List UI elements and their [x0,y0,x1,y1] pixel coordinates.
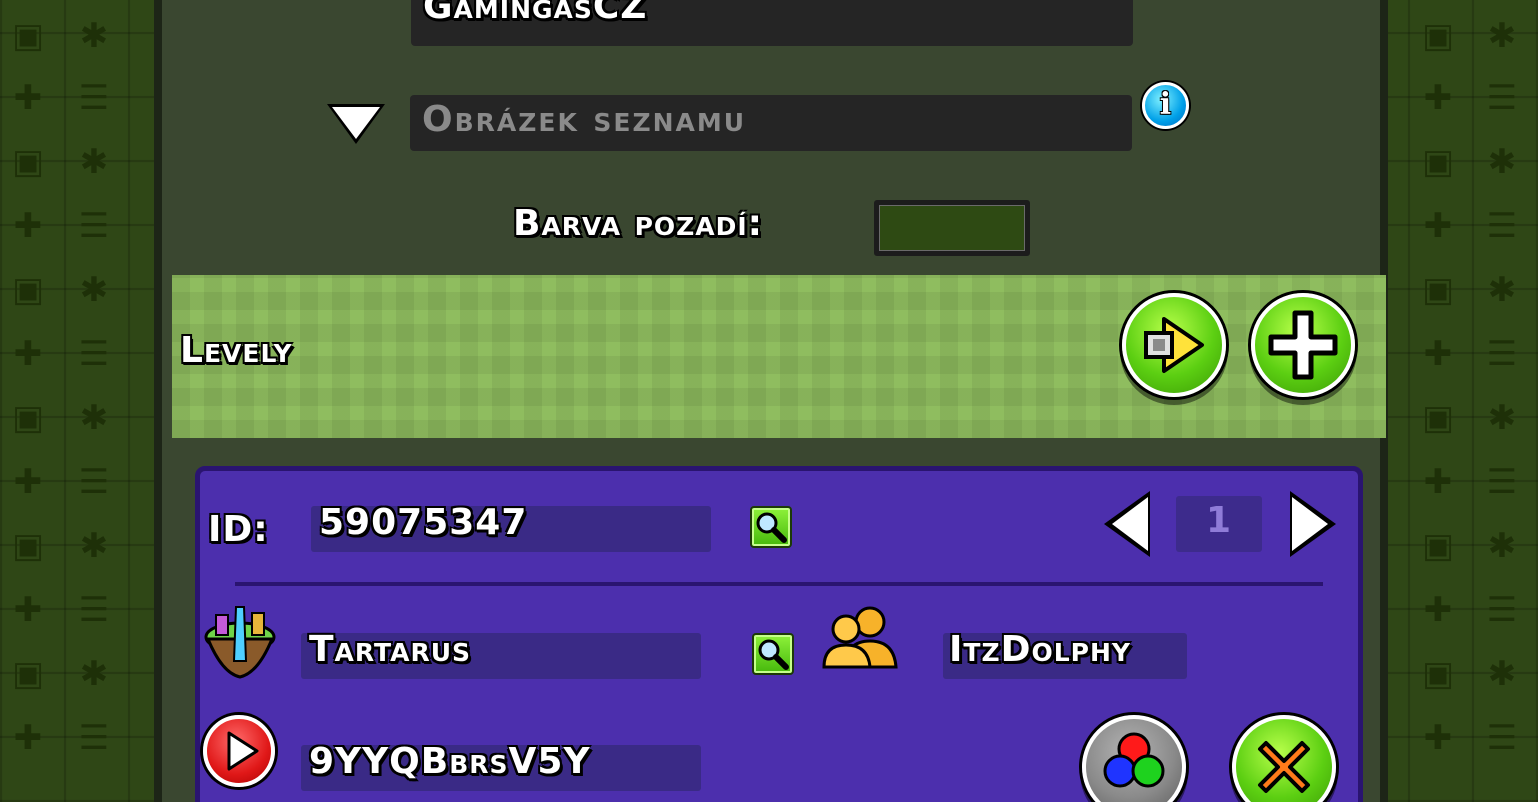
list-image-placeholder: Obrázek seznamu [422,99,747,140]
magnifier-icon [758,639,789,670]
pattern-square-icon: ▣ [1421,16,1455,56]
creator-field[interactable]: ItzDolphy [943,633,1187,679]
right-background-pattern: ▣ ✱ ✚ ☰ ▣ ✱ ✚ ☰ ▣ ✱ ✚ ☰ ▣ ✱ ✚ ☰ ▣ ✱ ✚ ☰ … [1388,0,1538,802]
play-icon [1144,317,1204,373]
pattern-cross-icon: ✚ [13,718,43,758]
pattern-square-icon: ▣ [11,526,45,566]
pattern-lines-icon: ☰ [78,718,110,758]
pattern-star-icon: ✱ [79,526,109,566]
remove-level-button[interactable] [1232,715,1336,802]
id-label: ID: [208,509,269,550]
pattern-cross-icon: ✚ [1423,78,1453,118]
pattern-cross-icon: ✚ [1423,590,1453,630]
pattern-cross-icon: ✚ [13,78,43,118]
background-color-swatch[interactable] [874,200,1030,256]
card-divider [235,582,1323,586]
pattern-star-icon: ✱ [1487,526,1517,566]
pattern-star-icon: ✱ [79,142,109,182]
pattern-cross-icon: ✚ [1423,462,1453,502]
add-level-button[interactable] [1251,293,1355,397]
pattern-lines-icon: ☰ [1486,206,1518,246]
background-color-label: Barva pozadí: [513,203,764,244]
pattern-square-icon: ▣ [1421,654,1455,694]
level-name-field[interactable]: Tartarus [301,629,701,679]
pattern-cross-icon: ✚ [13,206,43,246]
video-id-value: 9YYQBbrsV5Y [309,741,591,782]
level-card: ID: 59075347 1 Tartarus ItzDolphy 9YYQBb… [195,466,1363,802]
pattern-star-icon: ✱ [1487,398,1517,438]
x-icon [1258,741,1310,793]
prev-page-arrow-icon[interactable] [1104,491,1150,557]
pattern-square-icon: ▣ [1421,526,1455,566]
pattern-cross-icon: ✚ [13,334,43,374]
level-id-value: 59075347 [319,502,528,543]
pattern-star-icon: ✱ [79,654,109,694]
pattern-star-icon: ✱ [1487,16,1517,56]
video-button[interactable] [203,715,275,787]
level-id-field[interactable]: 59075347 [311,502,711,552]
pattern-lines-icon: ☰ [78,78,110,118]
creator-value: ItzDolphy [949,633,1131,670]
pattern-cross-icon: ✚ [1423,334,1453,374]
pattern-cross-icon: ✚ [1423,206,1453,246]
info-icon[interactable]: i [1142,82,1189,129]
search-id-button[interactable] [750,506,792,548]
pattern-square-icon: ▣ [11,398,45,438]
list-editor-panel: GamingasCZ Obrázek seznamu i Barva pozad… [154,0,1388,802]
video-id-field[interactable]: 9YYQBbrsV5Y [301,741,701,791]
pattern-lines-icon: ☰ [78,334,110,374]
pattern-star-icon: ✱ [1487,142,1517,182]
level-name-value: Tartarus [309,629,472,670]
pattern-cross-icon: ✚ [1423,718,1453,758]
collapse-triangle-icon[interactable] [327,104,385,144]
levels-header-band: Levely [172,275,1386,438]
pattern-star-icon: ✱ [79,16,109,56]
pattern-cross-icon: ✚ [13,462,43,502]
youtube-play-icon [227,731,259,771]
plus-icon [1268,310,1338,380]
left-background-pattern: ▣ ✱ ✚ ☰ ▣ ✱ ✚ ☰ ▣ ✱ ✚ ☰ ▣ ✱ ✚ ☰ ▣ ✱ ✚ ☰ … [0,0,154,802]
page-number-field[interactable]: 1 [1176,496,1262,552]
pattern-star-icon: ✱ [79,398,109,438]
next-page-arrow-icon[interactable] [1290,491,1336,557]
pattern-lines-icon: ☰ [1486,462,1518,502]
pattern-square-icon: ▣ [11,16,45,56]
pattern-square-icon: ▣ [1421,270,1455,310]
play-list-button[interactable] [1122,293,1226,397]
level-color-button[interactable] [1082,715,1186,802]
pattern-lines-icon: ☰ [78,590,110,630]
pattern-lines-icon: ☰ [1486,718,1518,758]
magnifier-icon [756,512,787,543]
pattern-lines-icon: ☰ [78,462,110,502]
pattern-cross-icon: ✚ [13,590,43,630]
search-name-button[interactable] [752,633,794,675]
creator-name-value: GamingasCZ [423,0,648,27]
users-icon[interactable] [820,605,900,671]
pattern-star-icon: ✱ [1487,654,1517,694]
creator-name-field[interactable]: GamingasCZ [411,0,1133,46]
pattern-lines-icon: ☰ [1486,78,1518,118]
list-image-field[interactable]: Obrázek seznamu [410,95,1132,151]
floating-island-icon [204,606,276,679]
pattern-lines-icon: ☰ [1486,590,1518,630]
pattern-square-icon: ▣ [11,270,45,310]
pattern-lines-icon: ☰ [78,206,110,246]
pattern-square-icon: ▣ [11,654,45,694]
pattern-square-icon: ▣ [1421,398,1455,438]
pattern-lines-icon: ☰ [1486,334,1518,374]
background-color-preview [879,205,1025,251]
rgb-circles-icon [1103,732,1165,788]
pattern-square-icon: ▣ [11,142,45,182]
pattern-star-icon: ✱ [79,270,109,310]
levels-title: Levely [180,330,293,371]
pattern-square-icon: ▣ [1421,142,1455,182]
page-number-value: 1 [1206,500,1232,541]
pattern-star-icon: ✱ [1487,270,1517,310]
